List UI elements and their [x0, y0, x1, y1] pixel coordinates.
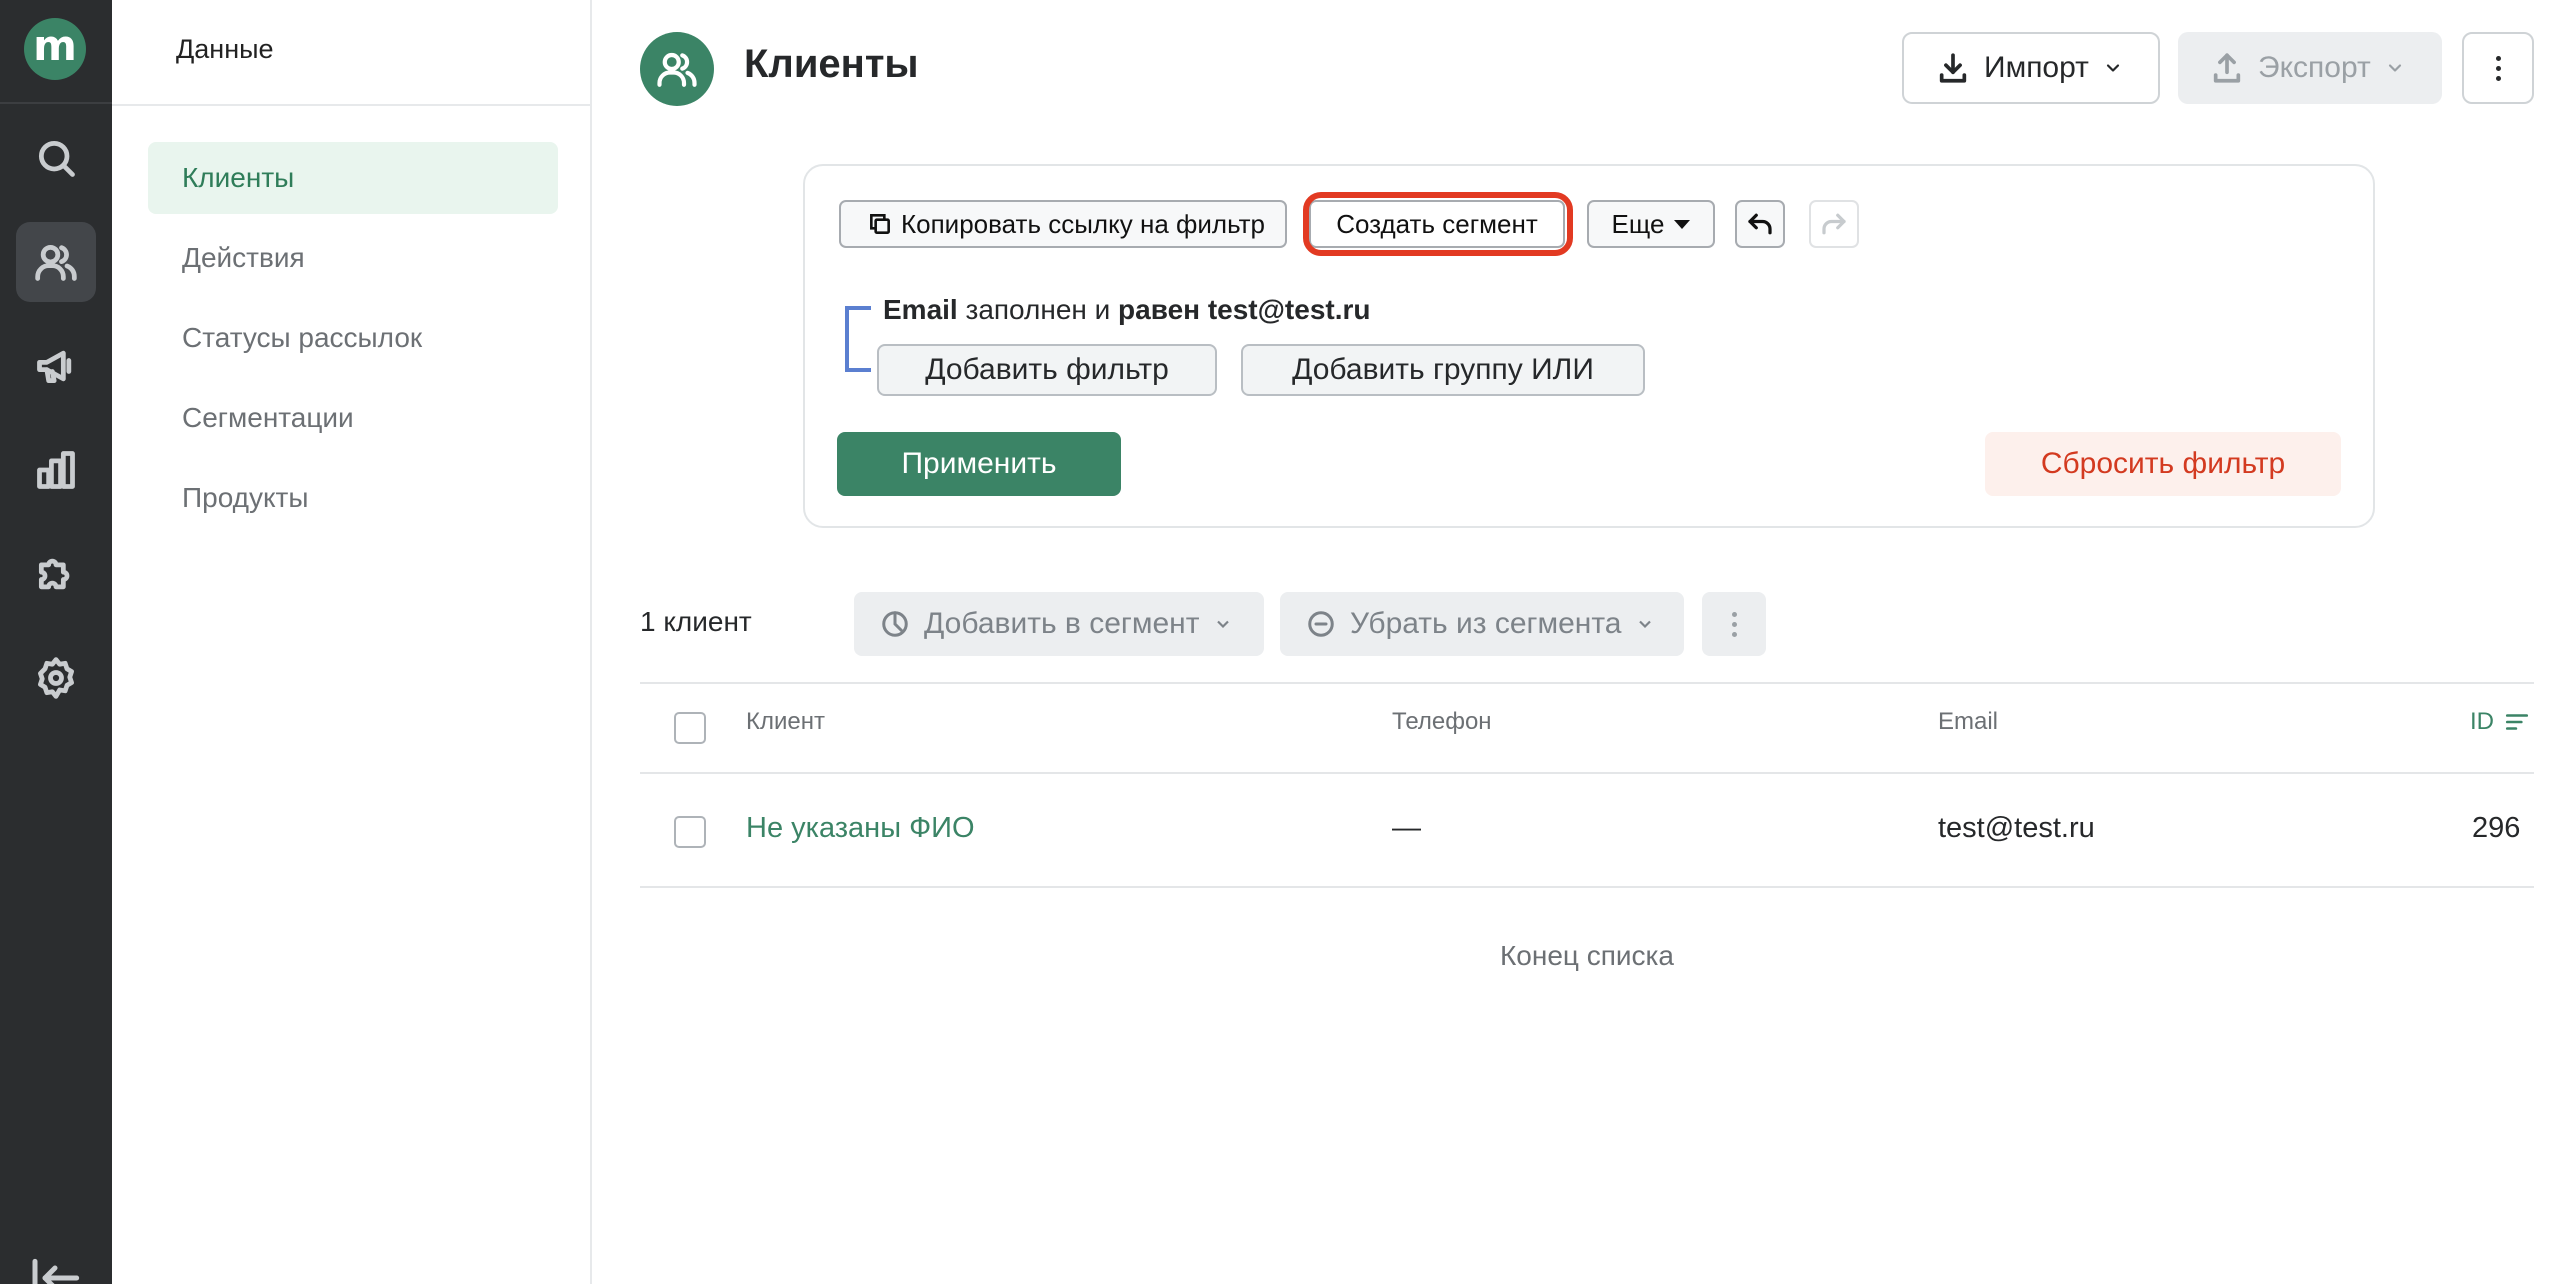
- download-icon: [1939, 53, 1967, 83]
- filter-panel: Копировать ссылку на фильтр Создать сегм…: [803, 164, 2375, 528]
- app-logo[interactable]: m: [24, 18, 86, 80]
- column-header-id[interactable]: ID: [2470, 708, 2530, 736]
- more-vertical-icon: [1731, 611, 1737, 637]
- sidebar-item-segmentations[interactable]: Сегментации: [148, 382, 558, 454]
- create-segment-button[interactable]: Создать сегмент: [1309, 200, 1565, 248]
- table-header-divider: [640, 772, 2534, 774]
- more-dropdown-button[interactable]: Еще: [1587, 200, 1715, 248]
- redo-button[interactable]: [1809, 200, 1859, 248]
- copy-filter-link-button[interactable]: Копировать ссылку на фильтр: [839, 200, 1287, 248]
- gear-icon[interactable]: [16, 638, 96, 718]
- condition-field: Email: [883, 294, 958, 325]
- table-row-divider: [640, 886, 2534, 888]
- results-count: 1 клиент: [640, 606, 752, 637]
- rail-divider: [0, 102, 112, 104]
- sort-icon: [2505, 714, 2529, 730]
- condition-operator: заполнен и: [957, 294, 1119, 325]
- import-button[interactable]: Импорт: [1902, 32, 2160, 104]
- export-button[interactable]: Экспорт: [2178, 32, 2442, 104]
- megaphone-icon[interactable]: [16, 326, 96, 406]
- more-vertical-icon: [2495, 55, 2501, 81]
- sidebar-item-mailing-statuses[interactable]: Статусы рассылок: [148, 302, 558, 374]
- copy-icon: [870, 214, 890, 234]
- sidebar-item-clients[interactable]: Клиенты: [148, 142, 558, 214]
- undo-icon: [1748, 213, 1772, 235]
- remove-from-segment-button[interactable]: Убрать из сегмента: [1280, 592, 1684, 656]
- column-header-email[interactable]: Email: [1938, 708, 1998, 736]
- chevron-down-icon: [2106, 64, 2119, 72]
- undo-button[interactable]: [1735, 200, 1785, 248]
- chevron-down-icon: [2388, 64, 2401, 72]
- icon-rail: m: [0, 0, 112, 1284]
- page-title: Клиенты: [744, 42, 919, 86]
- minus-circle-icon: [1308, 611, 1334, 637]
- bulk-more-button[interactable]: [1702, 592, 1766, 656]
- remove-from-segment-label: Убрать из сегмента: [1350, 607, 1622, 640]
- copy-filter-link-label: Копировать ссылку на фильтр: [901, 208, 1265, 239]
- sidebar-title: Данные: [176, 34, 274, 64]
- add-or-group-button[interactable]: Добавить группу ИЛИ: [1241, 344, 1645, 396]
- reset-filter-button[interactable]: Сбросить фильтр: [1985, 432, 2341, 496]
- column-header-id-label: ID: [2470, 708, 2494, 735]
- client-phone: —: [1392, 812, 1421, 844]
- sidebar-item-products[interactable]: Продукты: [148, 462, 558, 534]
- more-label: Еще: [1611, 208, 1665, 239]
- export-label: Экспорт: [2258, 51, 2371, 84]
- row-checkbox[interactable]: [674, 816, 706, 848]
- caret-down-icon: [1674, 219, 1691, 229]
- apply-button[interactable]: Применить: [837, 432, 1121, 496]
- table-top-divider: [640, 682, 2534, 684]
- sidebar-divider: [112, 104, 590, 106]
- search-icon[interactable]: [16, 118, 96, 198]
- column-header-phone[interactable]: Телефон: [1392, 708, 1492, 736]
- collapse-arrow-icon[interactable]: [30, 1258, 80, 1284]
- import-label: Импорт: [1984, 51, 2089, 84]
- add-to-segment-button[interactable]: Добавить в сегмент: [854, 592, 1264, 656]
- condition-value: равен test@test.ru: [1118, 294, 1371, 325]
- chevron-down-icon: [1217, 620, 1230, 629]
- filter-condition[interactable]: Email заполнен и равен test@test.ru: [883, 294, 1371, 326]
- pie-chart-icon: [882, 611, 908, 637]
- data-sidebar: Данные Клиенты Действия Статусы рассылок…: [112, 0, 592, 1284]
- column-header-client[interactable]: Клиент: [746, 708, 825, 736]
- select-all-checkbox[interactable]: [674, 712, 706, 744]
- sidebar-item-actions[interactable]: Действия: [148, 222, 558, 294]
- condition-group-bracket: [845, 306, 871, 372]
- redo-icon: [1822, 213, 1846, 235]
- end-of-list-label: Конец списка: [1500, 940, 1674, 971]
- upload-icon: [2213, 53, 2241, 83]
- client-name-link[interactable]: Не указаны ФИО: [746, 812, 975, 845]
- more-options-button[interactable]: [2462, 32, 2534, 104]
- users-icon[interactable]: [16, 222, 96, 302]
- chevron-down-icon: [1639, 620, 1652, 629]
- add-filter-button[interactable]: Добавить фильтр: [877, 344, 1217, 396]
- add-to-segment-label: Добавить в сегмент: [924, 607, 1200, 640]
- clients-page-icon: [640, 32, 714, 106]
- puzzle-icon[interactable]: [16, 534, 96, 614]
- client-id: 296: [2472, 812, 2521, 844]
- client-email: test@test.ru: [1938, 812, 2095, 844]
- bar-chart-icon[interactable]: [16, 430, 96, 510]
